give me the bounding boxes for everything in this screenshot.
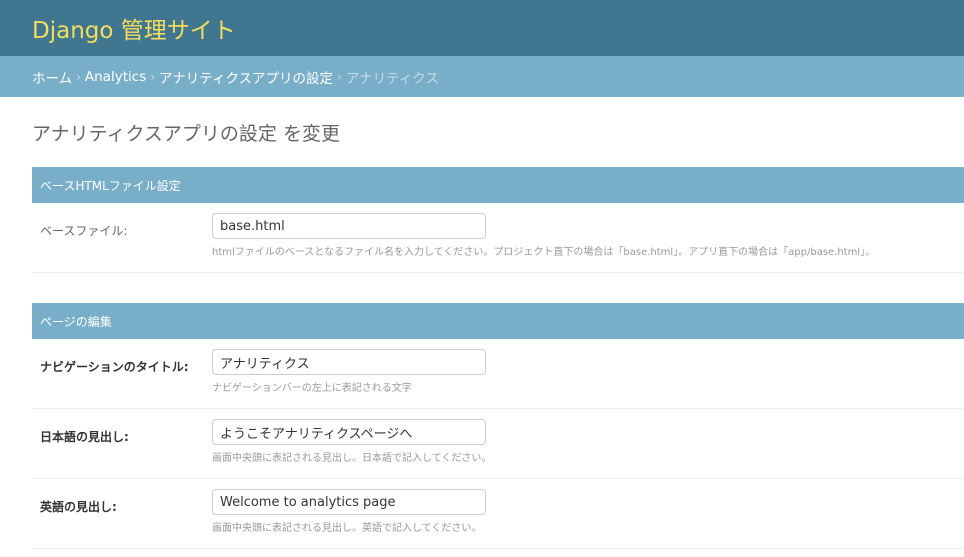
page-title: アナリティクスアプリの設定 を変更 bbox=[32, 123, 340, 145]
nav-title-label: ナビゲーションのタイトル: bbox=[40, 360, 189, 374]
main-content: アナリティクスアプリの設定 を変更 ベースHTMLファイル設定 ベースファイル:… bbox=[0, 97, 964, 549]
fieldset-page-edit: ページの編集 ナビゲーションのタイトル: ナビゲーションバーの左上に表記される文… bbox=[32, 303, 964, 549]
nav-title-input[interactable] bbox=[212, 349, 486, 375]
form-row-nav-title: ナビゲーションのタイトル: ナビゲーションバーの左上に表記される文字 bbox=[32, 339, 964, 409]
breadcrumb-separator: › bbox=[337, 69, 342, 84]
breadcrumb: ホーム › Analytics › アナリティクスアプリの設定 › アナリティク… bbox=[0, 56, 964, 97]
heading-en-field-wrap: 画面中央頭に表記される見出し。英語で記入してください。 bbox=[212, 489, 964, 540]
breadcrumb-separator: › bbox=[150, 69, 156, 84]
heading-ja-help: 画面中央頭に表記される見出し。日本語で記入してください。 bbox=[212, 453, 492, 464]
breadcrumb-model-link[interactable]: アナリティクスアプリの設定 bbox=[159, 67, 333, 87]
site-header: Django 管理サイト bbox=[0, 0, 964, 56]
heading-en-label: 英語の見出し: bbox=[40, 500, 117, 514]
nav-title-help: ナビゲーションバーの左上に表記される文字 bbox=[212, 383, 412, 394]
breadcrumb-app-link[interactable]: Analytics bbox=[85, 69, 146, 85]
heading-ja-field-wrap: 画面中央頭に表記される見出し。日本語で記入してください。 bbox=[212, 419, 964, 470]
nav-title-field-wrap: ナビゲーションバーの左上に表記される文字 bbox=[212, 349, 964, 400]
form-row-base-file: ベースファイル: htmlファイルのベースとなるファイル名を入力してください。プ… bbox=[32, 203, 964, 273]
base-file-label: ベースファイル: bbox=[40, 224, 128, 238]
heading-en-help: 画面中央頭に表記される見出し。英語で記入してください。 bbox=[212, 523, 482, 534]
fieldset-base-html: ベースHTMLファイル設定 ベースファイル: htmlファイルのベースとなるファ… bbox=[32, 167, 964, 273]
breadcrumb-current: アナリティクス bbox=[345, 70, 439, 87]
heading-en-input[interactable] bbox=[212, 489, 486, 515]
site-title[interactable]: Django 管理サイト bbox=[32, 11, 236, 45]
base-file-help: htmlファイルのベースとなるファイル名を入力してください。プロジェクト直下の場… bbox=[212, 247, 876, 258]
form-row-heading-ja: 日本語の見出し: 画面中央頭に表記される見出し。日本語で記入してください。 bbox=[32, 409, 964, 479]
form-row-heading-en: 英語の見出し: 画面中央頭に表記される見出し。英語で記入してください。 bbox=[32, 479, 964, 549]
base-file-input[interactable] bbox=[212, 213, 486, 239]
breadcrumb-separator: › bbox=[76, 69, 81, 84]
heading-ja-input[interactable] bbox=[212, 419, 486, 445]
base-file-field-wrap: htmlファイルのベースとなるファイル名を入力してください。プロジェクト直下の場… bbox=[212, 213, 964, 264]
heading-ja-label: 日本語の見出し: bbox=[40, 430, 129, 444]
fieldset-header-base-html: ベースHTMLファイル設定 bbox=[32, 167, 964, 203]
breadcrumb-home-link[interactable]: ホーム bbox=[32, 67, 72, 87]
fieldset-header-page-edit: ページの編集 bbox=[32, 303, 964, 339]
